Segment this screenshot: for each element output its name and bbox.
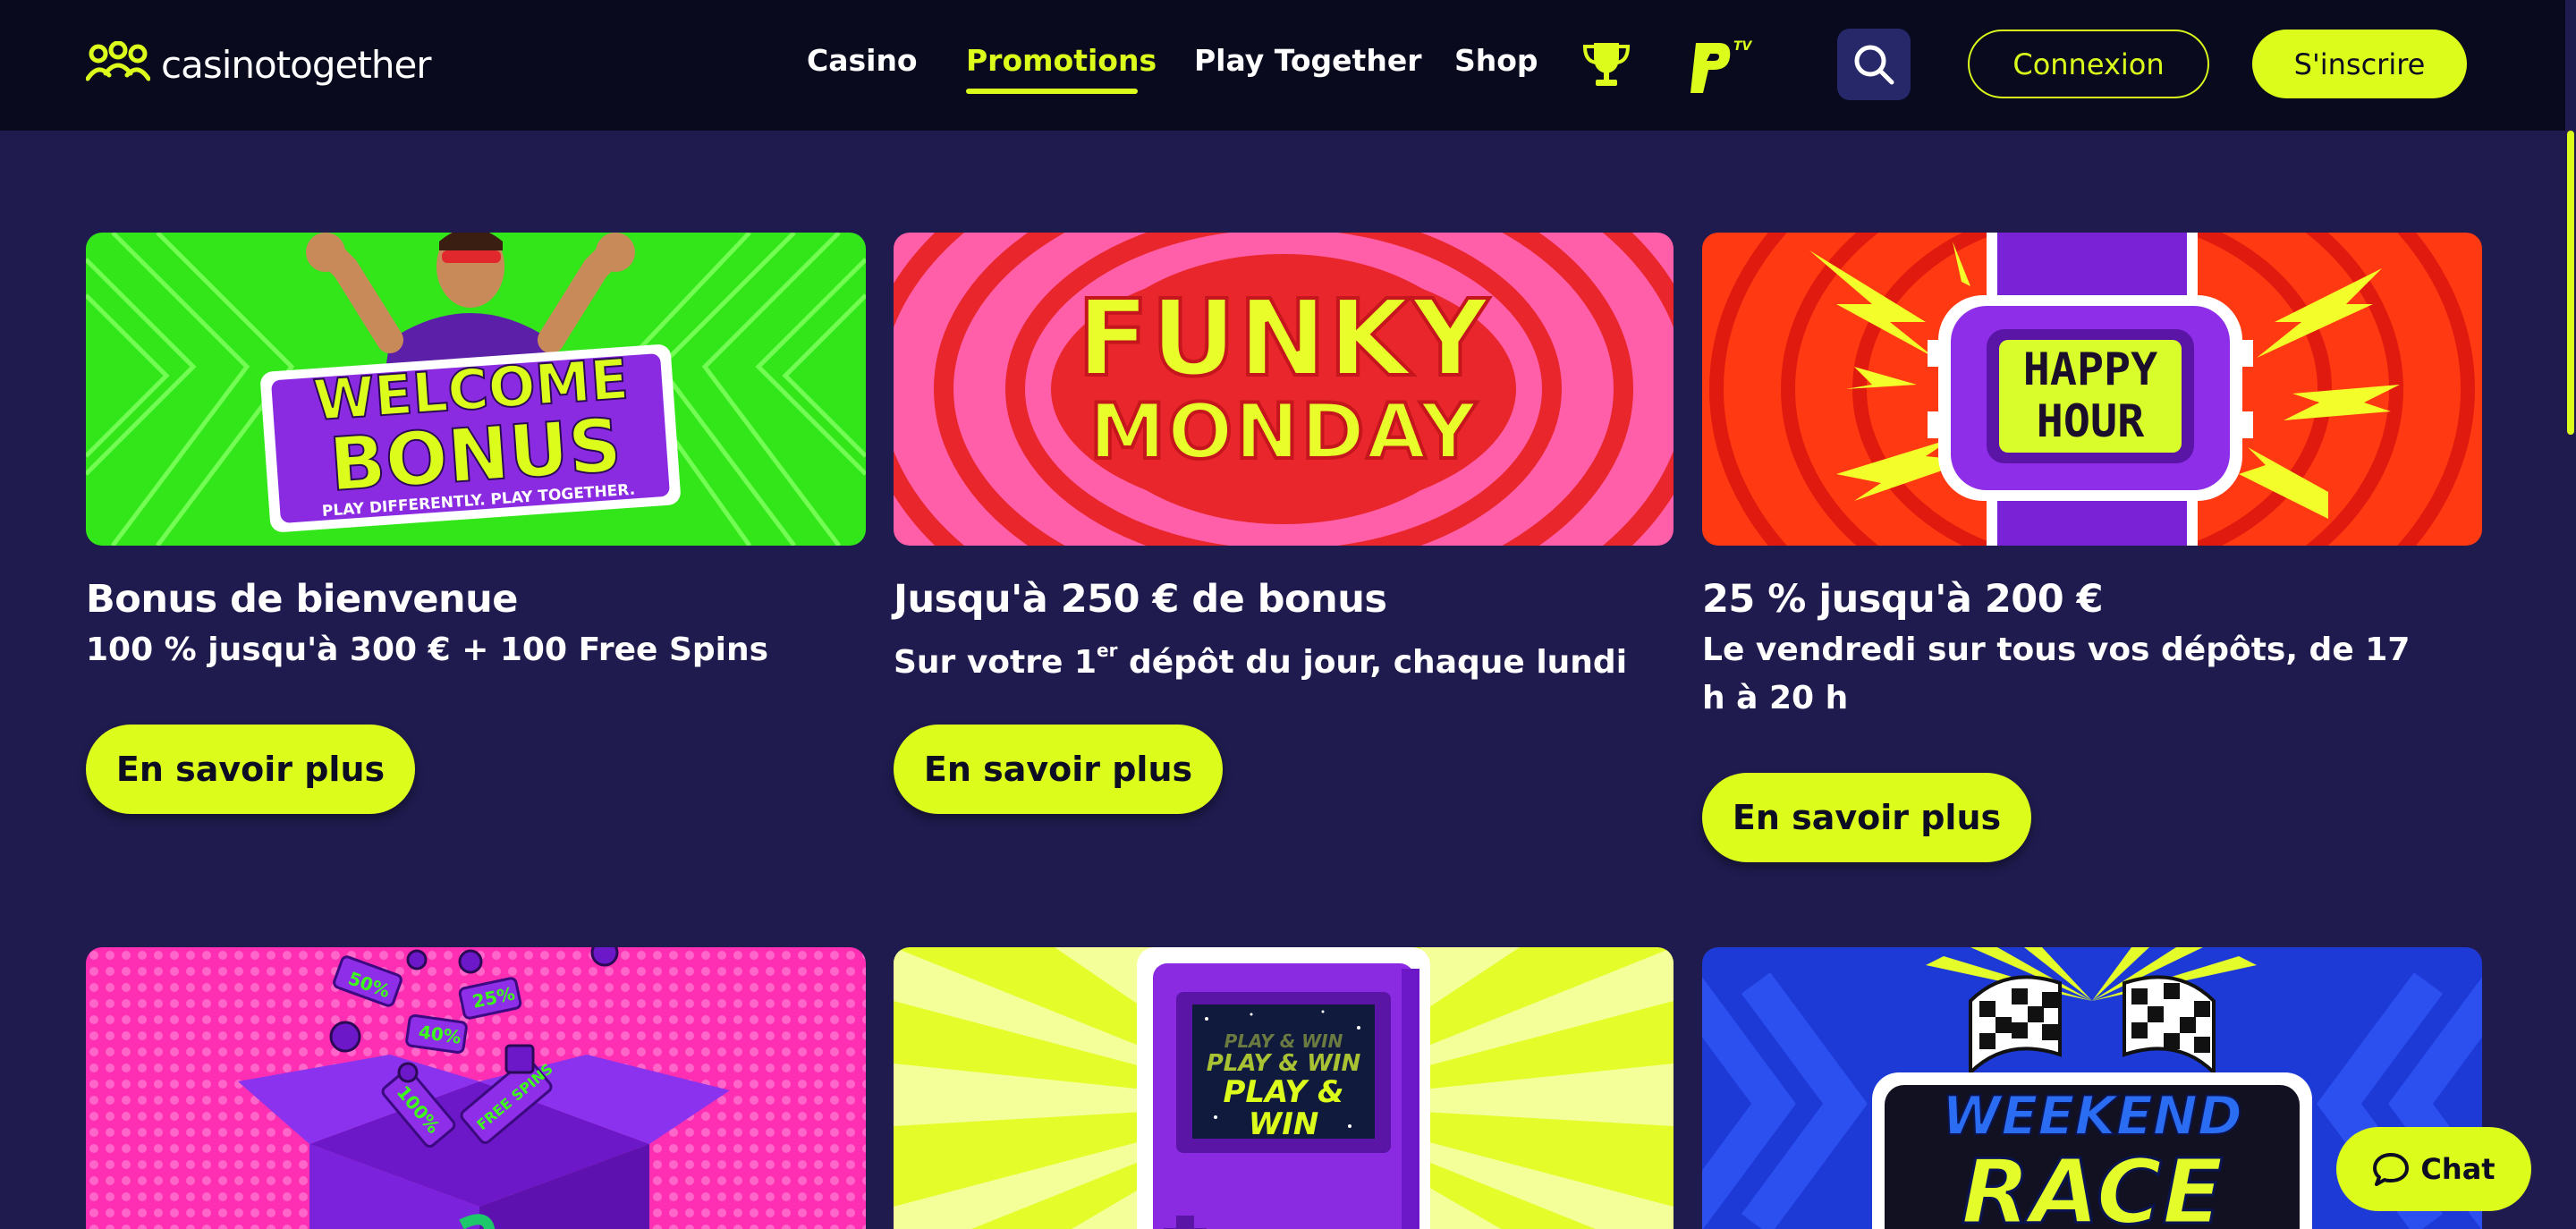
brand-logo[interactable]: casinotogether bbox=[86, 41, 432, 88]
search-icon bbox=[1854, 45, 1894, 85]
promo-card-happy-hour: HAPPY HOUR 25 % jusqu'à 200 € Le vendred… bbox=[1702, 233, 2482, 868]
promo-subtitle: Le vendredi sur tous vos dépôts, de 17 h… bbox=[1702, 631, 2411, 716]
promo-banner-mystery-box[interactable]: 50% 25% 40% 100% FREE SPINS bbox=[86, 947, 866, 1229]
chat-button[interactable]: Chat bbox=[2336, 1127, 2531, 1211]
promo-banner-funky-monday[interactable]: FUNKY MONDAY bbox=[894, 233, 1674, 546]
promo-title: Bonus de bienvenue bbox=[86, 577, 518, 622]
banner-text-race: RACE bbox=[1960, 1140, 2224, 1229]
promo-banner-happy-hour[interactable]: HAPPY HOUR bbox=[1702, 233, 2482, 546]
chat-bubble-icon bbox=[2373, 1153, 2410, 1186]
learn-more-button[interactable]: En savoir plus bbox=[86, 725, 415, 814]
promo-card-mystery-box: 50% 25% 40% 100% FREE SPINS bbox=[86, 947, 866, 1229]
promo-subtitle-prefix: Sur votre 1 bbox=[894, 644, 1097, 681]
nav-link-promotions[interactable]: Promotions bbox=[966, 43, 1157, 78]
banner-text-funky: FUNKY bbox=[1075, 276, 1491, 400]
top-navigation: casinotogether Casino Promotions Play To… bbox=[0, 0, 2576, 131]
nav-link-play-together[interactable]: Play Together bbox=[1194, 43, 1421, 78]
promo-subtitle-suffix: dépôt du jour, chaque lundi bbox=[1117, 644, 1628, 681]
nav-link-shop[interactable]: Shop bbox=[1454, 43, 1538, 78]
promo-subtitle-sup: er bbox=[1097, 640, 1118, 661]
banner-text-weekend: WEEKEND bbox=[1941, 1084, 2243, 1148]
banner-text-happy: HAPPY bbox=[2022, 343, 2158, 395]
promo-subtitle: Sur votre 1er dépôt du jour, chaque lund… bbox=[894, 626, 1663, 687]
promo-title: 25 % jusqu'à 200 € bbox=[1702, 577, 2104, 622]
banner-text-monday: MONDAY bbox=[1088, 387, 1479, 477]
banner-text-play-win-1: PLAY & WIN bbox=[1224, 1030, 1343, 1052]
banner-text-play-win-2: PLAY & WIN bbox=[1206, 1050, 1361, 1077]
promo-title: Jusqu'à 250 € de bonus bbox=[894, 577, 1387, 622]
people-group-icon bbox=[86, 41, 150, 81]
scrollbar-thumb[interactable] bbox=[2567, 131, 2574, 435]
nav-link-casino[interactable]: Casino bbox=[807, 43, 918, 78]
chat-label: Chat bbox=[2420, 1152, 2496, 1186]
signup-button[interactable]: S'inscrire bbox=[2252, 30, 2467, 98]
promo-banner-play-and-win[interactable]: PLAY & WIN PLAY & WIN PLAY & WIN bbox=[894, 947, 1674, 1229]
active-tab-indicator bbox=[966, 89, 1138, 94]
svg-text:TV: TV bbox=[1733, 39, 1753, 54]
learn-more-button[interactable]: En savoir plus bbox=[894, 725, 1223, 814]
login-button[interactable]: Connexion bbox=[1968, 30, 2209, 98]
promo-card-play-and-win: PLAY & WIN PLAY & WIN PLAY & WIN bbox=[894, 947, 1674, 1229]
promo-card-welcome-bonus: WELCOME BONUS PLAY DIFFERENTLY. PLAY TOG… bbox=[86, 233, 866, 823]
brand-name: casinotogether bbox=[161, 42, 432, 87]
promo-card-funky-monday: FUNKY MONDAY Jusqu'à 250 € de bonus Sur … bbox=[894, 233, 1674, 823]
promo-banner-welcome-bonus[interactable]: WELCOME BONUS PLAY DIFFERENTLY. PLAY TOG… bbox=[86, 233, 866, 546]
ptv-logo-icon[interactable]: TV bbox=[1687, 34, 1753, 97]
trophy-icon[interactable] bbox=[1581, 39, 1631, 89]
banner-text-play-win-3: PLAY & WIN bbox=[1223, 1074, 1344, 1142]
promo-subtitle: 100 % jusqu'à 300 € + 100 Free Spins bbox=[86, 631, 769, 668]
search-button[interactable] bbox=[1837, 29, 1911, 100]
learn-more-button[interactable]: En savoir plus bbox=[1702, 773, 2031, 862]
banner-text-hour: HOUR bbox=[2036, 395, 2145, 447]
